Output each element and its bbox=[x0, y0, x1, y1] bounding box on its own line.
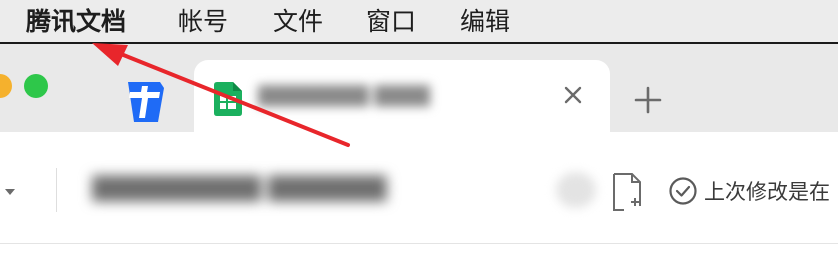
minimize-window-button[interactable] bbox=[0, 74, 12, 98]
check-circle-icon bbox=[669, 177, 697, 205]
menu-window[interactable]: 窗口 bbox=[366, 4, 416, 40]
tencent-docs-logo-icon[interactable] bbox=[122, 78, 168, 124]
document-title[interactable]: ██████████ ███████ bbox=[92, 170, 522, 210]
active-tab[interactable]: ████████ ████ bbox=[194, 60, 610, 132]
screen: 腾讯文档 帐号 文件 窗口 编辑 ████████ ████ █████████… bbox=[0, 0, 838, 258]
plus-icon[interactable] bbox=[632, 84, 664, 116]
blurred-badge bbox=[556, 172, 596, 208]
zoom-window-button[interactable] bbox=[24, 74, 48, 98]
toolbar-divider-line bbox=[0, 243, 838, 244]
menu-account[interactable]: 帐号 bbox=[178, 4, 228, 40]
close-icon[interactable] bbox=[562, 84, 584, 106]
tab-title: ████████ ████ bbox=[258, 86, 430, 107]
menu-bar: 腾讯文档 帐号 文件 窗口 编辑 bbox=[0, 0, 838, 44]
spreadsheet-icon bbox=[214, 82, 242, 116]
document-page-icon[interactable] bbox=[612, 172, 642, 212]
chevron-down-icon[interactable] bbox=[4, 186, 16, 198]
toolbar-divider bbox=[56, 168, 57, 212]
menu-app-name[interactable]: 腾讯文档 bbox=[26, 4, 126, 40]
save-status-text: 上次修改是在 bbox=[704, 180, 830, 204]
tab-strip: ████████ ████ bbox=[0, 44, 838, 132]
document-toolbar: ██████████ ███████ 上次修改是在 bbox=[0, 132, 838, 244]
menu-file[interactable]: 文件 bbox=[273, 4, 323, 40]
menu-edit[interactable]: 编辑 bbox=[460, 4, 510, 40]
